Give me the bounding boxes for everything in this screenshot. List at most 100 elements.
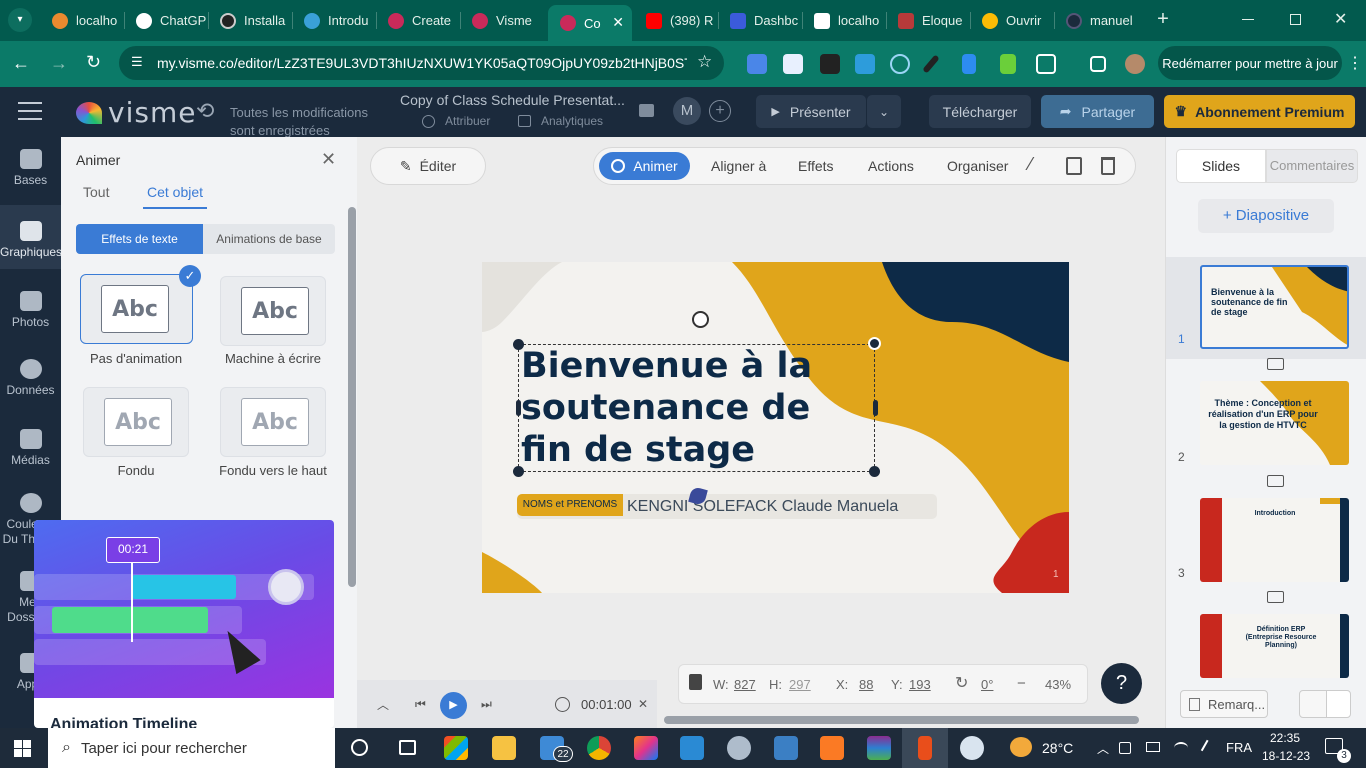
download-extension-icon[interactable] xyxy=(962,54,976,74)
settings-gear-icon[interactable] xyxy=(727,736,751,760)
x-value[interactable]: 88 xyxy=(859,677,873,692)
task-view-icon[interactable] xyxy=(399,740,416,755)
taskbar-search[interactable]: ⌕ Taper ici pour rechercher xyxy=(48,728,335,768)
animation-card-none[interactable]: Abc xyxy=(80,274,193,344)
browser-tab[interactable]: Ouvrir xyxy=(970,6,1054,35)
tab-commentaires[interactable]: Commentaires xyxy=(1266,149,1358,183)
grid-view-icon[interactable] xyxy=(1299,690,1327,718)
update-chrome-button[interactable]: Redémarrer pour mettre à jour xyxy=(1158,46,1342,80)
animation-timeline-promo[interactable]: 00:21 Animation Timeline xyxy=(34,520,334,728)
browser-tab[interactable]: Installa xyxy=(208,6,292,35)
animate-tab-button[interactable]: Animer xyxy=(599,152,690,180)
y-value[interactable]: 193 xyxy=(909,677,931,692)
reload-icon[interactable]: ↻ xyxy=(86,52,101,73)
analytiques-button[interactable]: Analytiques xyxy=(518,114,603,128)
browser-tab[interactable]: Create xyxy=(376,6,460,35)
browser-tab-active[interactable]: Co ✕ xyxy=(548,5,632,41)
effects-tab-button[interactable]: Effets xyxy=(798,158,834,174)
vscode-icon[interactable] xyxy=(680,736,704,760)
duplicate-icon[interactable] xyxy=(1066,157,1082,175)
resize-handle[interactable] xyxy=(513,466,524,477)
side-handle[interactable] xyxy=(516,400,521,416)
browser-tab[interactable]: localho xyxy=(40,6,124,35)
edit-button[interactable]: ✎ Éditer xyxy=(370,147,486,185)
add-slide-button[interactable]: + Diapositive xyxy=(1198,199,1334,233)
green-download-extension-icon[interactable] xyxy=(1000,54,1016,74)
expand-timeline-icon[interactable]: ︿ xyxy=(377,696,389,713)
organize-tab-button[interactable]: Organiser xyxy=(947,158,1008,174)
resize-handle[interactable] xyxy=(513,339,524,350)
site-info-icon[interactable]: ☰ xyxy=(131,54,143,70)
horizontal-scrollbar[interactable] xyxy=(664,716,1139,724)
rail-item-graphiques[interactable]: Graphiques xyxy=(0,221,62,259)
input-language[interactable]: FRA xyxy=(1226,740,1252,755)
resize-handle[interactable] xyxy=(869,466,880,477)
windows-start-icon[interactable] xyxy=(14,740,31,757)
back-icon[interactable]: ← xyxy=(12,53,30,74)
browser-tab[interactable]: Eloque xyxy=(886,6,970,35)
comment-icon[interactable] xyxy=(639,104,654,117)
align-tab-button[interactable]: Aligner à xyxy=(711,158,766,174)
help-button[interactable]: ? xyxy=(1101,663,1142,704)
tab-tout[interactable]: Tout xyxy=(83,184,109,200)
undo-icon[interactable]: ⟲ xyxy=(196,98,214,124)
hamburger-menu-icon[interactable] xyxy=(18,102,42,120)
resize-handle[interactable] xyxy=(868,337,881,350)
browser-tab[interactable]: Visme xyxy=(460,6,544,35)
intellij-icon[interactable] xyxy=(634,736,658,760)
selection-box[interactable] xyxy=(518,344,875,472)
trash-icon[interactable] xyxy=(1101,157,1115,175)
nl-extension-icon[interactable] xyxy=(820,54,840,74)
present-options-dropdown[interactable]: ⌄ xyxy=(867,95,901,128)
height-value[interactable]: 297 xyxy=(789,677,811,692)
duration-value[interactable]: 00:01:00 xyxy=(581,697,632,712)
animation-card-fade[interactable]: Abc xyxy=(83,387,189,457)
actions-tab-button[interactable]: Actions xyxy=(868,158,914,174)
premium-button[interactable]: ♛ Abonnement Premium xyxy=(1164,95,1355,128)
browser-tab[interactable]: manuel xyxy=(1054,6,1138,35)
slide-thumbnail[interactable]: Introduction xyxy=(1200,498,1349,582)
zoom-out-icon[interactable]: − xyxy=(1017,675,1026,692)
slide-thumbnail[interactable]: Bienvenue à la soutenance de fin de stag… xyxy=(1200,265,1349,349)
tab-slides[interactable]: Slides xyxy=(1176,149,1266,183)
browser-tab[interactable]: localho xyxy=(802,6,886,35)
close-window-icon[interactable]: ✕ xyxy=(1334,9,1347,29)
lock-icon[interactable] xyxy=(689,674,702,690)
present-button[interactable]: ▶ Présenter xyxy=(756,95,866,128)
minimize-window-icon[interactable] xyxy=(1242,19,1254,20)
download-button[interactable]: Télécharger xyxy=(929,95,1031,128)
restore-window-icon[interactable] xyxy=(1290,14,1301,25)
close-tab-icon[interactable]: ✕ xyxy=(612,14,624,31)
browser-tab[interactable]: Introdu xyxy=(292,6,376,35)
profile-avatar[interactable] xyxy=(1125,54,1145,74)
remarks-button[interactable]: Remarq... xyxy=(1180,690,1268,718)
browser-tab[interactable]: (398) R xyxy=(634,6,718,35)
store-icon[interactable] xyxy=(444,736,468,760)
subtab-animations-base[interactable]: Animations de base xyxy=(203,224,335,254)
side-panel-icon[interactable] xyxy=(1090,56,1106,72)
bookmark-star-icon[interactable]: ☆ xyxy=(697,52,712,72)
clock-date[interactable]: 18-12-23 xyxy=(1262,749,1310,763)
chrome-taskbar-icon[interactable] xyxy=(587,736,611,760)
tab-search-button[interactable]: ▾ xyxy=(8,8,32,32)
rail-item-donnees[interactable]: Données xyxy=(0,359,61,397)
next-icon[interactable]: ⏭ xyxy=(481,697,492,712)
fi-extension-icon[interactable] xyxy=(855,54,875,74)
remote-desktop-icon[interactable] xyxy=(774,736,798,760)
rotate-handle-icon[interactable] xyxy=(692,311,709,328)
puzzle-extensions-icon[interactable] xyxy=(1036,54,1056,74)
eyedropper-extension-icon[interactable] xyxy=(922,54,940,74)
temperature[interactable]: 28°C xyxy=(1042,740,1073,756)
share-button[interactable]: ➦ Partager xyxy=(1041,95,1154,128)
width-value[interactable]: 827 xyxy=(734,677,756,692)
clock-time[interactable]: 22:35 xyxy=(1270,731,1300,745)
animation-card-typewriter[interactable]: Abc xyxy=(220,276,326,346)
react-extension-icon[interactable] xyxy=(890,54,910,74)
rail-item-bases[interactable]: Bases xyxy=(0,149,61,187)
rail-item-photos[interactable]: Photos xyxy=(0,291,61,329)
slide-thumbnail[interactable]: Définition ERP (Entreprise Resource Plan… xyxy=(1200,614,1349,678)
file-explorer-icon[interactable] xyxy=(492,736,516,760)
play-button[interactable]: ▶ xyxy=(440,692,467,719)
winrar-icon[interactable] xyxy=(867,736,891,760)
invite-collaborator-icon[interactable]: + xyxy=(709,100,731,122)
